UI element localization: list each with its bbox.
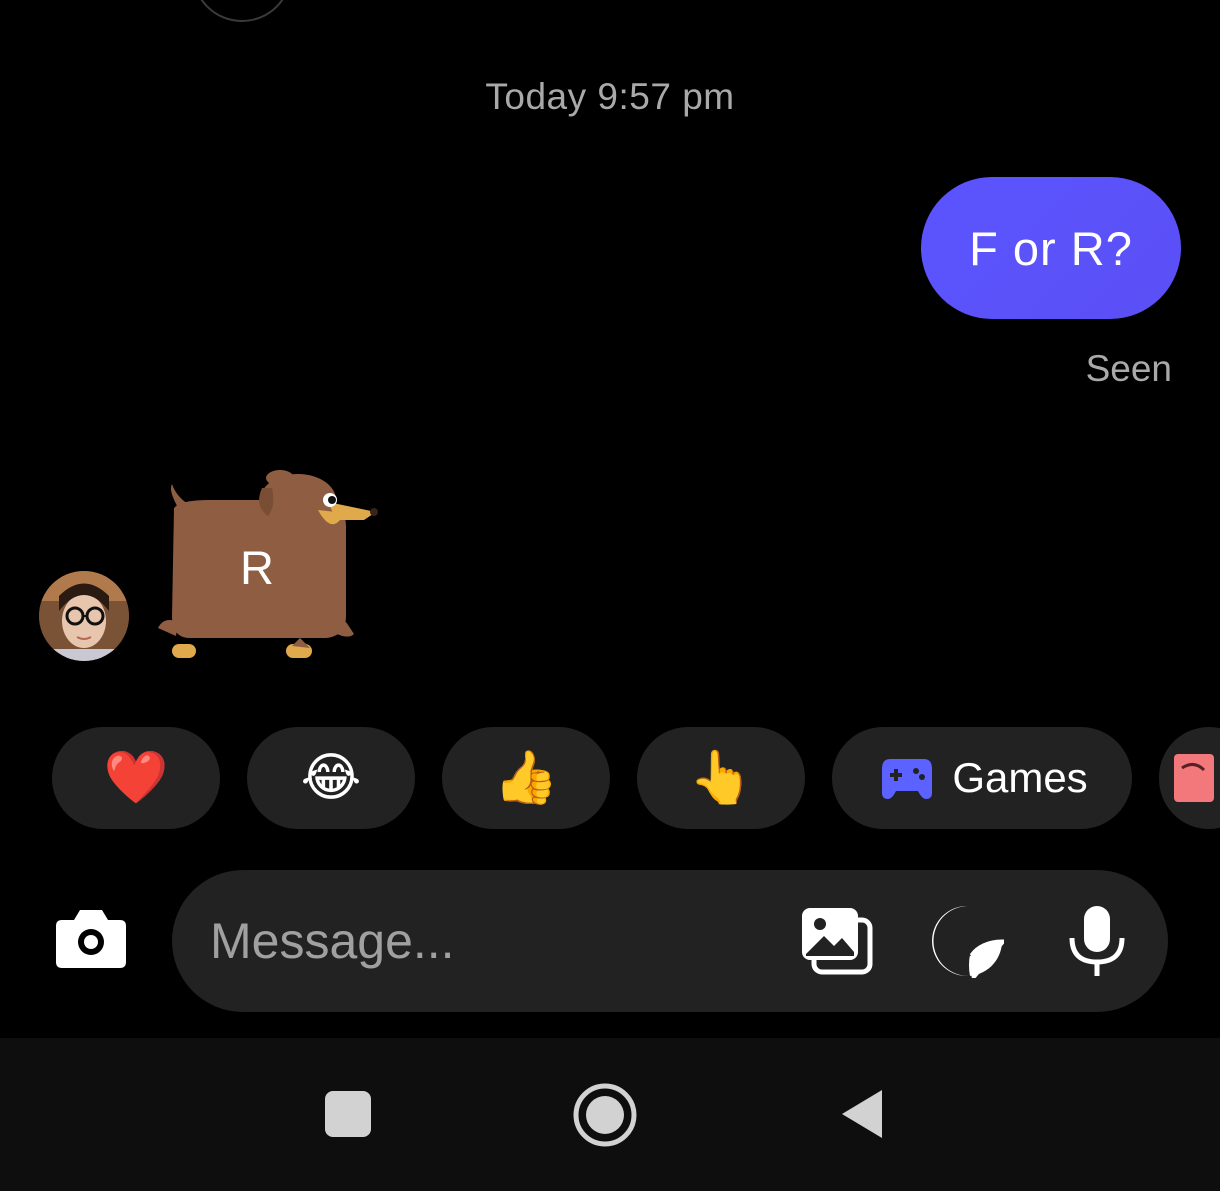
message-timestamp: Today 9:57 pm [485, 76, 735, 117]
quick-reaction-pointing[interactable]: 👆 [637, 727, 805, 829]
message-input[interactable]: Message... [210, 912, 455, 970]
quick-reaction-heart[interactable]: ❤️ [52, 727, 220, 829]
games-label: Games [952, 754, 1088, 801]
microphone-icon[interactable] [1066, 904, 1128, 978]
seen-status: Seen [1085, 348, 1172, 389]
sticker-icon[interactable] [930, 904, 1004, 978]
home-button[interactable] [572, 1082, 638, 1148]
contact-avatar[interactable] [39, 571, 129, 661]
sticker-chip-icon [1174, 754, 1214, 802]
recents-button[interactable] [325, 1091, 371, 1137]
camera-icon[interactable] [54, 906, 128, 970]
gallery-icon[interactable] [800, 906, 874, 976]
games-button[interactable]: Games [832, 727, 1132, 829]
red-heart-emoji: ❤️ [103, 748, 169, 808]
back-button[interactable] [838, 1086, 886, 1142]
laughing-tears-emoji: 😂 [300, 748, 362, 808]
outgoing-message-bubble[interactable]: F or R? [921, 177, 1181, 319]
quick-reaction-laughing[interactable]: 😂 [247, 727, 415, 829]
quick-reaction-thumbs-up[interactable]: 👍 [442, 727, 610, 829]
pointing-hand-emoji: 👆 [688, 748, 754, 808]
thumbs-up-emoji: 👍 [493, 748, 559, 808]
sticker-letter: R [240, 541, 274, 594]
outgoing-message-text: F or R? [969, 221, 1133, 275]
quick-chip-partial[interactable] [1159, 727, 1220, 829]
gamepad-icon [882, 759, 933, 799]
header-avatar-ring [192, 0, 292, 22]
